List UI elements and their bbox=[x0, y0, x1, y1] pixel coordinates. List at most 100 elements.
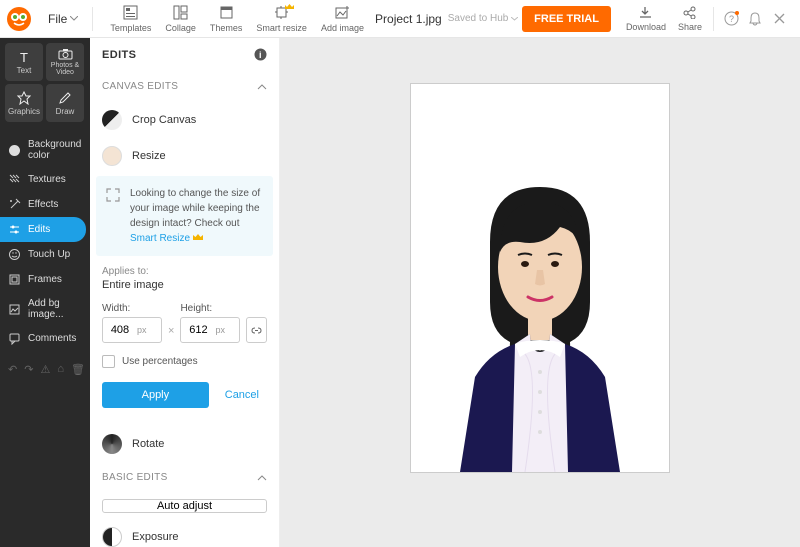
main-area: TText Photos & Video Graphics Draw Backg… bbox=[0, 38, 800, 547]
rotate-item[interactable]: Rotate bbox=[90, 426, 279, 462]
collage-icon bbox=[173, 5, 189, 21]
app-logo[interactable] bbox=[0, 0, 38, 38]
exposure-icon bbox=[102, 527, 122, 547]
home-button[interactable]: ⌂ bbox=[57, 363, 64, 376]
height-input[interactable] bbox=[181, 324, 215, 336]
top-tools: Templates Collage Themes Smart resize Ad… bbox=[103, 2, 371, 36]
top-bar: File Templates Collage Themes Smart resi… bbox=[0, 0, 800, 38]
sidebar-item-comments[interactable]: Comments bbox=[0, 326, 90, 351]
camera-icon bbox=[58, 48, 73, 60]
apply-button[interactable]: Apply bbox=[102, 382, 209, 408]
warn-button[interactable]: ⚠ bbox=[40, 363, 50, 376]
separator bbox=[713, 7, 714, 31]
chevron-up-icon bbox=[257, 475, 267, 481]
cancel-button[interactable]: Cancel bbox=[217, 389, 267, 401]
notifications-button[interactable] bbox=[744, 8, 766, 30]
svg-text:i: i bbox=[259, 50, 262, 60]
exposure-item[interactable]: Exposure bbox=[90, 519, 279, 547]
artboard[interactable] bbox=[410, 83, 670, 473]
file-menu[interactable]: File bbox=[38, 12, 88, 26]
checkbox-icon bbox=[102, 355, 115, 368]
auto-adjust-button[interactable]: Auto adjust bbox=[102, 499, 267, 513]
close-button[interactable] bbox=[768, 8, 790, 30]
svg-text:?: ? bbox=[728, 14, 733, 24]
smart-resize-link[interactable]: Smart Resize bbox=[130, 233, 203, 244]
sidebar-item-background[interactable]: Background color bbox=[0, 133, 90, 167]
portrait-image bbox=[430, 152, 650, 472]
tool-grid: TText Photos & Video Graphics Draw bbox=[0, 38, 90, 127]
height-input-wrap: px bbox=[180, 317, 240, 343]
width-input[interactable] bbox=[103, 324, 137, 336]
add-image-tool[interactable]: Add image bbox=[314, 2, 371, 36]
themes-icon bbox=[218, 5, 234, 21]
text-tool[interactable]: TText bbox=[5, 43, 43, 81]
redo-button[interactable]: ↷ bbox=[24, 363, 33, 376]
templates-icon bbox=[123, 5, 139, 21]
rotate-icon bbox=[102, 434, 122, 454]
file-label: File bbox=[48, 12, 67, 26]
height-label: Height: bbox=[180, 303, 240, 314]
top-right-actions: Download Share ? bbox=[621, 6, 800, 32]
canvas-edits-header[interactable]: CANVAS EDITS bbox=[90, 71, 279, 102]
resize-item[interactable]: Resize bbox=[90, 138, 279, 174]
crown-icon bbox=[285, 3, 294, 10]
crop-canvas-item[interactable]: Crop Canvas bbox=[90, 102, 279, 138]
sidebar-item-edits[interactable]: Edits bbox=[0, 217, 86, 242]
circle-icon bbox=[8, 144, 21, 157]
undo-button[interactable]: ↶ bbox=[8, 363, 17, 376]
textures-icon bbox=[8, 173, 21, 186]
project-name[interactable]: Project 1.jpg Saved to Hub bbox=[371, 12, 522, 26]
comments-icon bbox=[8, 332, 21, 345]
info-icon[interactable]: i bbox=[254, 48, 267, 61]
frames-icon bbox=[8, 273, 21, 286]
trash-button[interactable]: 🗑 bbox=[71, 363, 85, 376]
basic-edits-header[interactable]: BASIC EDITS bbox=[90, 462, 279, 493]
download-icon bbox=[638, 6, 654, 20]
draw-tool[interactable]: Draw bbox=[46, 84, 84, 122]
graphics-tool[interactable]: Graphics bbox=[5, 84, 43, 122]
side-nav: Background color Textures Effects Edits … bbox=[0, 127, 90, 351]
help-button[interactable]: ? bbox=[720, 8, 742, 30]
times-symbol: × bbox=[168, 325, 174, 343]
sidebar-item-frames[interactable]: Frames bbox=[0, 267, 90, 292]
collage-tool[interactable]: Collage bbox=[158, 2, 203, 36]
free-trial-button[interactable]: FREE TRIAL bbox=[522, 6, 611, 32]
width-label: Width: bbox=[102, 303, 162, 314]
sidebar-item-effects[interactable]: Effects bbox=[0, 192, 90, 217]
canvas-area[interactable] bbox=[280, 38, 800, 547]
saved-status: Saved to Hub bbox=[448, 13, 518, 24]
download-button[interactable]: Download bbox=[621, 6, 671, 32]
bell-icon bbox=[748, 11, 762, 26]
resize-icon bbox=[102, 146, 122, 166]
touchup-icon bbox=[8, 248, 21, 261]
svg-text:T: T bbox=[20, 50, 28, 64]
sidebar-item-addbg[interactable]: Add bg image... bbox=[0, 292, 90, 326]
smart-resize-tool[interactable]: Smart resize bbox=[249, 2, 314, 36]
themes-tool[interactable]: Themes bbox=[203, 2, 250, 36]
use-percentages-row[interactable]: Use percentages bbox=[102, 355, 267, 368]
sidebar-item-textures[interactable]: Textures bbox=[0, 167, 90, 192]
edits-panel: EDITS i CANVAS EDITS Crop Canvas Resize … bbox=[90, 38, 280, 547]
sidebar-item-touchup[interactable]: Touch Up bbox=[0, 242, 90, 267]
form-buttons: Apply Cancel bbox=[102, 382, 267, 408]
expand-icon bbox=[104, 186, 122, 204]
image-icon bbox=[8, 303, 21, 316]
templates-tool[interactable]: Templates bbox=[103, 2, 158, 36]
crown-icon bbox=[193, 233, 203, 241]
crop-icon bbox=[102, 110, 122, 130]
photos-tool[interactable]: Photos & Video bbox=[46, 43, 84, 81]
applies-label: Applies to: bbox=[102, 266, 267, 277]
smart-resize-hint: Looking to change the size of your image… bbox=[96, 176, 273, 256]
share-button[interactable]: Share bbox=[673, 6, 707, 32]
smart-resize-icon bbox=[274, 5, 290, 21]
link-icon bbox=[250, 324, 263, 337]
left-sidebar: TText Photos & Video Graphics Draw Backg… bbox=[0, 38, 90, 547]
height-unit: px bbox=[215, 325, 230, 335]
resize-form: Applies to: Entire image Width: px × Hei… bbox=[90, 258, 279, 416]
share-icon bbox=[682, 6, 698, 20]
separator bbox=[92, 7, 93, 31]
pencil-icon bbox=[58, 91, 72, 105]
applies-value: Entire image bbox=[102, 279, 267, 291]
sliders-icon bbox=[8, 223, 21, 236]
link-dimensions-button[interactable] bbox=[246, 317, 267, 343]
